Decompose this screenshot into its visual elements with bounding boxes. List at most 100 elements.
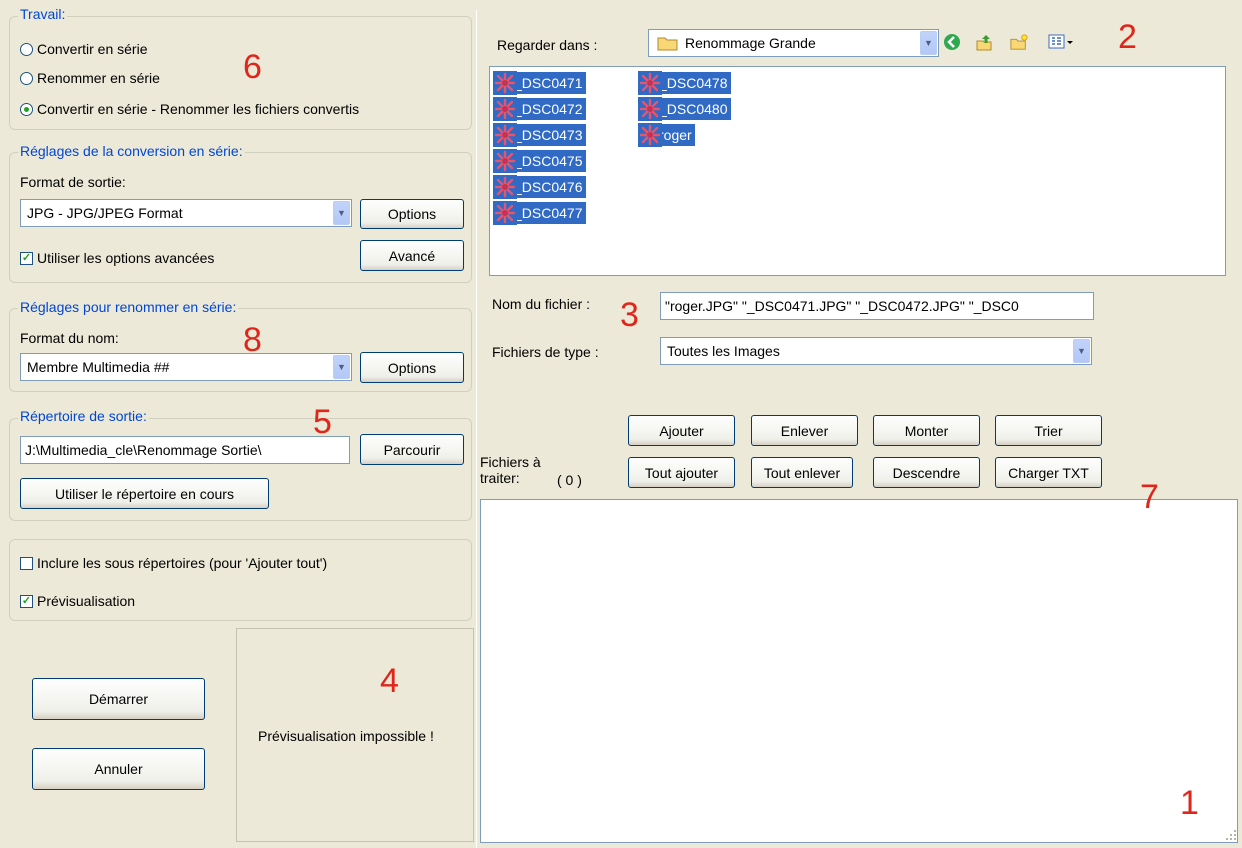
move-up-button[interactable]: Monter xyxy=(873,415,980,446)
resize-grip-icon[interactable] xyxy=(1224,828,1238,842)
sort-button[interactable]: Trier xyxy=(995,415,1102,446)
file-item[interactable]: _DSC0472 xyxy=(493,97,586,121)
image-file-icon xyxy=(493,201,517,225)
file-name: _DSC0475 xyxy=(513,150,586,172)
file-item[interactable]: _DSC0477 xyxy=(493,201,586,225)
radio-convert-label: Convertir en série xyxy=(37,41,148,57)
rename-options-button[interactable]: Options xyxy=(360,352,464,383)
image-file-icon xyxy=(493,149,517,173)
chevron-down-icon[interactable]: ▼ xyxy=(1073,339,1090,363)
file-list[interactable] xyxy=(489,66,1226,276)
annotation-3: 3 xyxy=(620,296,639,334)
annotation-4: 4 xyxy=(380,662,399,700)
radio-convert[interactable]: Convertir en série xyxy=(20,41,148,57)
remove-all-button[interactable]: Tout enlever xyxy=(751,457,853,488)
new-folder-icon[interactable] xyxy=(1010,33,1028,51)
file-item[interactable]: roger xyxy=(638,123,695,147)
view-menu-icon[interactable] xyxy=(1048,33,1074,51)
output-path-value: J:\Multimedia_cle\Renommage Sortie\ xyxy=(25,442,262,458)
advanced-options-label: Utiliser les options avancées xyxy=(37,250,215,266)
back-icon[interactable] xyxy=(943,33,961,51)
advanced-button[interactable]: Avancé xyxy=(360,240,464,271)
annotation-8: 8 xyxy=(243,321,262,359)
preview-checkbox[interactable]: ✓ Prévisualisation xyxy=(20,593,135,609)
load-txt-button[interactable]: Charger TXT xyxy=(995,457,1102,488)
queue-list[interactable] xyxy=(480,499,1238,843)
look-in-value: Renommage Grande xyxy=(685,35,816,51)
folder-icon xyxy=(657,37,678,51)
filetype-label: Fichiers de type : xyxy=(492,344,599,360)
checkmark-icon[interactable]: ✓ xyxy=(20,251,33,265)
image-file-icon xyxy=(638,71,662,95)
filename-field[interactable]: "roger.JPG" "_DSC0471.JPG" "_DSC0472.JPG… xyxy=(660,292,1094,320)
filetype-value: Toutes les Images xyxy=(667,343,780,359)
name-format-select[interactable]: Membre Multimedia ## ▼ xyxy=(20,353,352,381)
name-format-value: Membre Multimedia ## xyxy=(27,359,170,375)
filename-label: Nom du fichier : xyxy=(492,296,591,312)
file-item[interactable]: _DSC0471 xyxy=(493,71,586,95)
conversion-legend: Réglages de la conversion en série: xyxy=(18,143,245,159)
file-item[interactable]: _DSC0478 xyxy=(638,71,731,95)
add-button[interactable]: Ajouter xyxy=(628,415,735,446)
filename-value: "roger.JPG" "_DSC0471.JPG" "_DSC0472.JPG… xyxy=(665,298,1019,314)
conversion-options-button[interactable]: Options xyxy=(360,199,464,229)
remove-button[interactable]: Enlever xyxy=(751,415,858,446)
radio-circle[interactable] xyxy=(20,71,33,85)
files-count: ( 0 ) xyxy=(557,472,582,488)
file-item[interactable]: _DSC0480 xyxy=(638,97,731,121)
file-name: _DSC0476 xyxy=(513,176,586,198)
file-name: _DSC0471 xyxy=(513,72,586,94)
look-in-select[interactable]: Renommage Grande ▼ xyxy=(648,29,939,57)
image-file-icon xyxy=(638,123,662,147)
image-file-icon xyxy=(638,97,662,121)
file-item[interactable]: _DSC0476 xyxy=(493,175,586,199)
annotation-2: 2 xyxy=(1118,18,1137,56)
up-folder-icon[interactable] xyxy=(975,33,993,51)
output-format-label: Format de sortie: xyxy=(20,174,126,190)
chevron-down-icon[interactable]: ▼ xyxy=(333,355,350,379)
radio-rename[interactable]: Renommer en série xyxy=(20,70,160,86)
chevron-down-icon[interactable]: ▼ xyxy=(920,31,937,55)
file-item[interactable]: _DSC0475 xyxy=(493,149,586,173)
file-name: _DSC0480 xyxy=(658,98,731,120)
include-subdirs-checkbox[interactable]: Inclure les sous répertoires (pour 'Ajou… xyxy=(20,555,327,571)
files-to-process-label: Fichiers à traiter: xyxy=(480,454,541,486)
annotation-7: 7 xyxy=(1140,478,1159,516)
radio-convert-rename-label: Convertir en série - Renommer les fichie… xyxy=(37,101,360,117)
file-item[interactable]: _DSC0473 xyxy=(493,123,586,147)
checkbox-box[interactable] xyxy=(20,556,33,570)
annotation-5: 5 xyxy=(313,403,332,441)
add-all-button[interactable]: Tout ajouter xyxy=(628,457,735,488)
start-button[interactable]: Démarrer xyxy=(32,678,205,720)
move-down-button[interactable]: Descendre xyxy=(873,457,980,488)
output-format-value: JPG - JPG/JPEG Format xyxy=(27,205,183,221)
filetype-select[interactable]: Toutes les Images ▼ xyxy=(660,337,1092,365)
radio-convert-rename[interactable]: Convertir en série - Renommer les fichie… xyxy=(20,101,359,117)
look-in-label: Regarder dans : xyxy=(497,37,598,53)
file-name: _DSC0473 xyxy=(513,124,586,146)
name-format-label: Format du nom: xyxy=(20,330,119,346)
chevron-down-icon[interactable]: ▼ xyxy=(333,201,350,225)
output-path-field[interactable]: J:\Multimedia_cle\Renommage Sortie\ xyxy=(20,436,350,464)
cancel-button[interactable]: Annuler xyxy=(32,748,205,790)
image-file-icon xyxy=(493,123,517,147)
annotation-6: 6 xyxy=(243,48,262,86)
output-format-select[interactable]: JPG - JPG/JPEG Format ▼ xyxy=(20,199,352,227)
browse-button[interactable]: Parcourir xyxy=(360,434,464,465)
image-file-icon xyxy=(493,175,517,199)
advanced-options-checkbox[interactable]: ✓ Utiliser les options avancées xyxy=(20,250,214,266)
file-name: _DSC0472 xyxy=(513,98,586,120)
radio-circle-selected[interactable] xyxy=(20,102,33,116)
include-subdirs-label: Inclure les sous répertoires (pour 'Ajou… xyxy=(37,555,328,571)
use-current-dir-button[interactable]: Utiliser le répertoire en cours xyxy=(20,478,269,509)
rename-legend: Réglages pour renommer en série: xyxy=(18,299,239,315)
image-file-icon xyxy=(493,71,517,95)
preview-message: Prévisualisation impossible ! xyxy=(258,728,434,744)
job-legend: Travail: xyxy=(18,6,68,22)
file-name: _DSC0478 xyxy=(658,72,731,94)
file-name: roger xyxy=(658,124,695,146)
checkmark-icon[interactable]: ✓ xyxy=(20,594,33,608)
annotation-1: 1 xyxy=(1180,784,1199,822)
radio-circle[interactable] xyxy=(20,42,33,56)
preview-label: Prévisualisation xyxy=(37,593,136,609)
